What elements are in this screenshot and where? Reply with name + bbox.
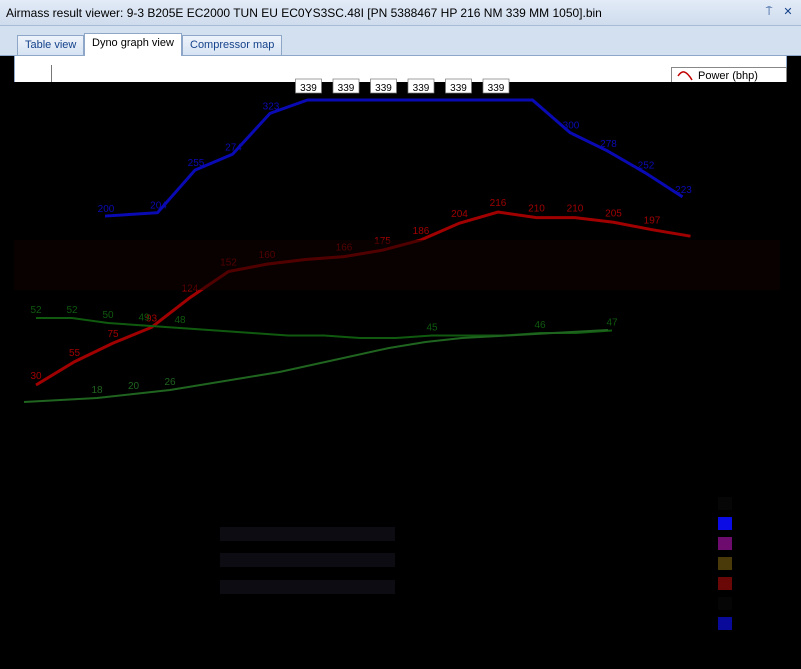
legend-color-swatch <box>718 597 732 610</box>
power-series-line <box>35 210 691 387</box>
torque-data-label: 204 <box>150 201 167 212</box>
green-upper-data-label: 48 <box>174 315 186 326</box>
torque-data-label: 339 <box>488 83 505 94</box>
power-data-label: 30 <box>30 371 42 382</box>
green-upper-data-label: 46 <box>534 320 546 331</box>
airmass-result-window: Airmass result viewer: 9-3 B205E EC2000 … <box>0 0 801 669</box>
power-data-label: 55 <box>69 348 81 359</box>
torque-data-label: 300 <box>563 121 580 132</box>
legend-color-swatch <box>718 497 732 510</box>
torque-data-label: 255 <box>188 158 205 169</box>
dyno-chart: 350 200 204 255 274 323 339 339 339 339 339 339 300 2… <box>14 78 780 630</box>
green-upper-data-label: 49 <box>138 313 150 324</box>
power-data-label: 75 <box>107 329 119 340</box>
torque-data-label: 339 <box>338 83 355 94</box>
torque-data-label: 274 <box>225 142 242 153</box>
power-data-label: 210 <box>528 204 545 215</box>
green-upper-data-label: 52 <box>66 305 78 316</box>
bottom-control-row <box>220 527 395 541</box>
legend-color-swatch <box>718 557 732 570</box>
torque-data-label: 339 <box>300 83 317 94</box>
power-data-label: 197 <box>644 216 661 227</box>
green-upper-data-label: 50 <box>102 310 114 321</box>
torque-data-label: 200 <box>98 204 115 215</box>
power-data-label: 204 <box>451 209 468 220</box>
bottom-control-row <box>220 553 395 567</box>
torque-data-label: 339 <box>413 83 430 94</box>
y-tick-label: 350 <box>22 84 40 96</box>
legend-color-swatch <box>718 577 732 590</box>
green-lower-series-line <box>23 329 609 403</box>
green-lower-data-label: 20 <box>128 381 140 392</box>
green-upper-data-label: 45 <box>426 323 438 334</box>
green-upper-data-label: 47 <box>606 318 618 329</box>
torque-data-label: 278 <box>600 139 617 150</box>
bottom-control-row <box>220 580 395 594</box>
green-lower-data-label: 26 <box>164 377 176 388</box>
torque-data-label: 223 <box>675 185 692 196</box>
legend-color-swatch <box>718 517 732 530</box>
green-upper-data-label: 52 <box>30 305 42 316</box>
torque-data-label: 339 <box>450 83 467 94</box>
green-lower-data-label: 18 <box>91 385 103 396</box>
legend-color-swatch <box>718 537 732 550</box>
power-data-label: 210 <box>567 204 584 215</box>
torque-data-label: 339 <box>375 83 392 94</box>
render-artifact-band <box>14 240 780 290</box>
power-data-label: 216 <box>490 198 507 209</box>
power-data-label: 205 <box>605 208 622 219</box>
legend-color-swatch <box>718 617 732 630</box>
torque-data-label: 252 <box>638 161 655 172</box>
power-data-label: 186 <box>413 226 430 237</box>
torque-data-label: 323 <box>263 101 280 112</box>
